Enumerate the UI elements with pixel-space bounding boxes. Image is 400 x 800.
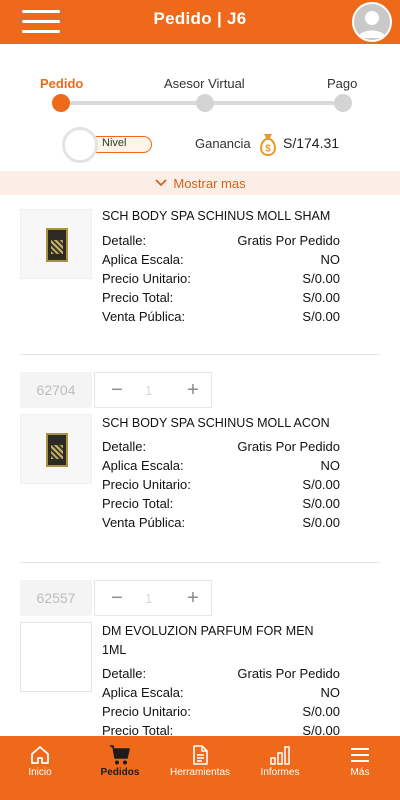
detail-row: Detalle: Gratis Por Pedido <box>102 666 340 684</box>
detail-value: S/0.00 <box>302 309 340 324</box>
detail-key: Aplica Escala: <box>102 252 184 267</box>
detail-key: Aplica Escala: <box>102 458 184 473</box>
nav-label: Herramientas <box>169 767 231 778</box>
detail-value: S/0.00 <box>302 290 340 305</box>
menu-icon <box>351 748 369 762</box>
detail-value: NO <box>320 685 341 700</box>
product-name-continued: 1ML <box>102 643 127 657</box>
document-icon <box>193 745 208 765</box>
detail-key: Detalle: <box>102 666 147 681</box>
step-dot-pedido[interactable] <box>52 94 70 112</box>
step-dot-pago[interactable] <box>334 94 352 112</box>
show-more-label: Mostrar mas <box>173 175 246 191</box>
cart-icon <box>110 745 130 765</box>
nivel-label: Nivel <box>102 137 127 149</box>
product-code: 62557 <box>20 580 92 616</box>
product-package-image <box>46 228 68 262</box>
nav-label: Inicio <box>28 767 52 778</box>
detail-row: Aplica Escala: NO <box>102 252 340 270</box>
detail-row: Detalle: Gratis Por Pedido <box>102 233 340 251</box>
product-image[interactable] <box>20 622 92 692</box>
detail-value: Gratis Por Pedido <box>237 666 340 681</box>
detail-value: NO <box>320 458 341 473</box>
detail-key: Precio Unitario: <box>102 477 191 492</box>
nav-item-informes[interactable]: Informes <box>240 736 320 800</box>
ganancia-value: S/174.31 <box>283 135 340 151</box>
nav-label: Más <box>350 767 370 778</box>
decrease-quantity-button[interactable]: − <box>99 581 135 615</box>
quantity-input[interactable]: 1 <box>145 383 152 398</box>
detail-value: Gratis Por Pedido <box>237 233 340 248</box>
nav-item-mas[interactable]: Más <box>320 736 400 800</box>
quantity-stepper: − 1 + <box>94 580 212 616</box>
quantity-stepper: − 1 + <box>94 372 212 408</box>
step-label-pago: Pago <box>327 76 358 91</box>
detail-key: Precio Unitario: <box>102 704 191 719</box>
detail-row: Precio Total: S/0.00 <box>102 496 340 514</box>
divider <box>20 562 380 563</box>
product-image[interactable] <box>20 414 92 484</box>
detail-row: Precio Unitario: S/0.00 <box>102 477 340 495</box>
menu-line-icon <box>22 30 60 33</box>
nav-item-herramientas[interactable]: Herramientas <box>160 736 240 800</box>
detail-key: Aplica Escala: <box>102 685 184 700</box>
detail-key: Venta Pública: <box>102 309 186 324</box>
detail-value: S/0.00 <box>302 515 340 530</box>
money-bag-icon: $ <box>260 134 276 156</box>
nav-item-inicio[interactable]: Inicio <box>0 736 80 800</box>
decrease-quantity-button[interactable]: − <box>99 373 135 407</box>
detail-key: Precio Total: <box>102 496 174 511</box>
product-image[interactable] <box>20 209 92 279</box>
divider <box>20 354 380 355</box>
app-header: Pedido | J6 <box>0 0 400 44</box>
ganancia-label: Ganancia <box>195 136 251 151</box>
svg-text:$: $ <box>265 144 271 155</box>
nav-label: Pedidos <box>100 767 140 778</box>
bar-chart-icon <box>270 746 290 765</box>
nivel-knob <box>62 127 98 163</box>
bottom-navigation: Inicio Pedidos Herramientas Informes Más <box>0 736 400 800</box>
detail-row: Venta Pública: S/0.00 <box>102 515 340 533</box>
user-icon <box>358 11 386 38</box>
step-dot-asesor-virtual[interactable] <box>196 94 214 112</box>
detail-value: S/0.00 <box>302 496 340 511</box>
show-more-button[interactable]: Mostrar mas <box>0 171 400 195</box>
detail-key: Detalle: <box>102 233 147 248</box>
increase-quantity-button[interactable]: + <box>175 373 211 407</box>
detail-key: Precio Total: <box>102 290 174 305</box>
product-code: 62704 <box>20 372 92 408</box>
detail-row: Aplica Escala: NO <box>102 458 340 476</box>
step-label-pedido: Pedido <box>40 76 84 91</box>
nivel-toggle[interactable]: Nivel <box>62 127 157 163</box>
detail-row: Precio Unitario: S/0.00 <box>102 271 340 289</box>
page-title: Pedido | J6 <box>153 9 247 28</box>
detail-row: Detalle: Gratis Por Pedido <box>102 439 340 457</box>
product-name: DM EVOLUZION PARFUM FOR MEN <box>102 624 314 638</box>
detail-key: Detalle: <box>102 439 147 454</box>
order-progress-steps: Pedido Asesor Virtual Pago <box>0 44 400 124</box>
chevron-down-icon <box>155 179 168 187</box>
detail-key: Venta Pública: <box>102 515 186 530</box>
detail-row: Aplica Escala: NO <box>102 685 340 703</box>
product-name: SCH BODY SPA SCHINUS MOLL SHAM <box>102 209 331 223</box>
nav-item-pedidos[interactable]: Pedidos <box>80 736 160 800</box>
nav-label: Informes <box>260 767 300 778</box>
detail-value: S/0.00 <box>302 704 340 719</box>
detail-value: S/0.00 <box>302 477 340 492</box>
increase-quantity-button[interactable]: + <box>175 581 211 615</box>
detail-value: Gratis Por Pedido <box>237 439 340 454</box>
detail-row: Precio Unitario: S/0.00 <box>102 704 340 722</box>
home-icon <box>31 746 49 764</box>
detail-value: S/0.00 <box>302 271 340 286</box>
detail-value: NO <box>320 252 341 267</box>
quantity-input[interactable]: 1 <box>145 591 152 606</box>
detail-row: Precio Total: S/0.00 <box>102 290 340 308</box>
detail-key: Precio Unitario: <box>102 271 191 286</box>
product-name: SCH BODY SPA SCHINUS MOLL ACON <box>102 416 330 430</box>
avatar[interactable] <box>352 2 392 42</box>
product-package-image <box>46 433 68 467</box>
step-label-asesor-virtual: Asesor Virtual <box>164 76 245 91</box>
detail-row: Venta Pública: S/0.00 <box>102 309 340 327</box>
